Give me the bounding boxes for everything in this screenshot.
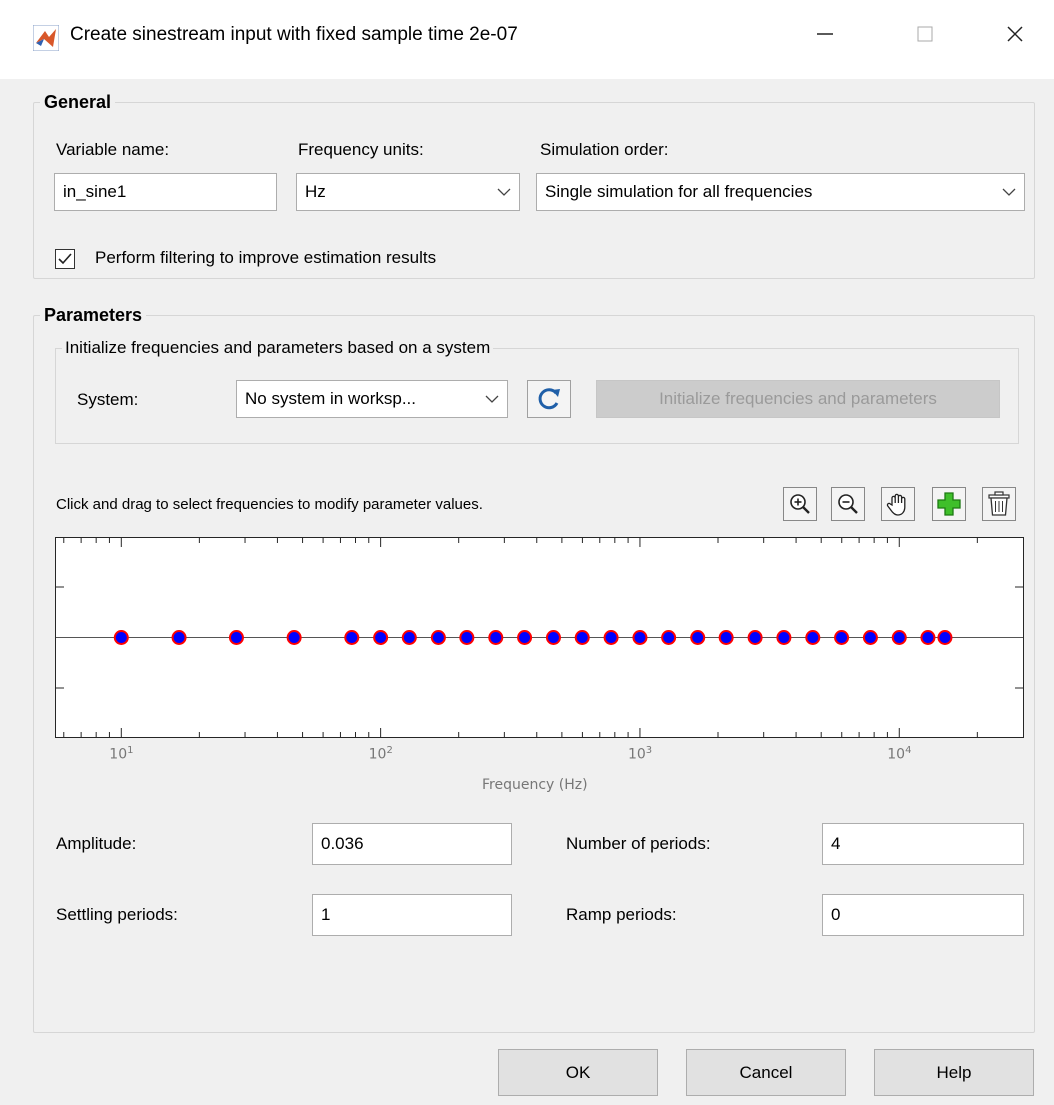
add-icon (937, 492, 961, 516)
frequency-units-value: Hz (305, 182, 326, 201)
frequency-point[interactable] (286, 630, 302, 645)
frequency-point[interactable] (171, 630, 187, 645)
zoom-out-icon (838, 494, 858, 514)
frequency-point[interactable] (344, 630, 360, 645)
pan-button[interactable] (881, 487, 915, 521)
cancel-button[interactable]: Cancel (686, 1049, 846, 1096)
frequency-point[interactable] (920, 630, 936, 645)
help-button[interactable]: Help (874, 1049, 1034, 1096)
frequency-point[interactable] (488, 630, 504, 645)
amplitude-input[interactable] (312, 823, 512, 865)
x-tick-label: 104 (887, 745, 912, 763)
settling-periods-input[interactable] (312, 894, 512, 936)
frequency-point[interactable] (661, 630, 677, 645)
frequency-point[interactable] (718, 630, 734, 645)
frequency-units-dropdown[interactable]: Hz (296, 173, 520, 211)
close-icon (1007, 26, 1023, 42)
plot-instruction: Click and drag to select frequencies to … (56, 496, 483, 513)
frequency-point[interactable] (113, 630, 129, 645)
matlab-icon (33, 25, 59, 51)
frequency-point[interactable] (632, 630, 648, 645)
frequency-point[interactable] (430, 630, 446, 645)
frequency-point[interactable] (401, 630, 417, 645)
variable-name-input[interactable] (54, 173, 277, 211)
delete-icon (988, 491, 1010, 516)
initialize-button[interactable]: Initialize frequencies and parameters (596, 380, 1000, 418)
simulation-order-dropdown[interactable]: Single simulation for all frequencies (536, 173, 1025, 211)
frequency-point[interactable] (834, 630, 850, 645)
frequency-point[interactable] (574, 630, 590, 645)
frequency-point[interactable] (747, 630, 763, 645)
parameters-legend: Parameters (44, 305, 143, 325)
maximize-icon (917, 26, 933, 42)
frequency-point[interactable] (459, 630, 475, 645)
minimize-icon (817, 33, 833, 35)
number-of-periods-input[interactable] (822, 823, 1024, 865)
amplitude-label: Amplitude: (56, 834, 137, 853)
delete-frequency-button[interactable] (982, 487, 1016, 521)
simulation-order-value: Single simulation for all frequencies (545, 182, 813, 201)
minimize-button[interactable] (797, 12, 853, 56)
chevron-down-icon (477, 394, 507, 404)
simulation-order-label: Simulation order: (540, 140, 669, 159)
frequency-point[interactable] (862, 630, 878, 645)
title-bar: Create sinestream input with fixed sampl… (0, 0, 1054, 79)
x-tick-label: 103 (627, 745, 653, 763)
x-tick-label: 102 (368, 745, 393, 763)
ramp-periods-input[interactable] (822, 894, 1024, 936)
refresh-icon (538, 388, 560, 410)
variable-name-label: Variable name: (56, 140, 170, 159)
maximize-button[interactable] (897, 12, 953, 56)
ramp-periods-label: Ramp periods: (566, 905, 677, 924)
x-axis-label: Frequency (Hz) (482, 777, 588, 793)
frequency-point[interactable] (545, 630, 561, 645)
frequency-point[interactable] (937, 630, 953, 645)
x-tick-label: 101 (109, 745, 134, 763)
window-title: Create sinestream input with fixed sampl… (70, 24, 518, 45)
frequency-point[interactable] (805, 630, 821, 645)
chevron-down-icon (994, 187, 1024, 197)
zoom-in-button[interactable] (783, 487, 817, 521)
frequency-point[interactable] (603, 630, 619, 645)
frequency-point[interactable] (228, 630, 244, 645)
system-label: System: (77, 390, 139, 409)
frequency-point[interactable] (373, 630, 389, 645)
frequency-point[interactable] (517, 630, 533, 645)
pan-hand-icon (886, 493, 906, 516)
frequency-plot[interactable] (55, 537, 1024, 738)
system-value: No system in worksp... (245, 389, 416, 408)
frequency-point[interactable] (776, 630, 792, 645)
frequency-point[interactable] (690, 630, 706, 645)
zoom-in-icon (790, 494, 810, 514)
filter-checkbox-label[interactable]: Perform filtering to improve estimation … (95, 248, 436, 268)
frequency-plot-svg[interactable] (56, 538, 1023, 737)
ok-button[interactable]: OK (498, 1049, 658, 1096)
add-frequency-button[interactable] (932, 487, 966, 521)
checkmark-icon (58, 253, 72, 265)
system-dropdown[interactable]: No system in worksp... (236, 380, 508, 418)
refresh-button[interactable] (527, 380, 571, 418)
zoom-out-button[interactable] (831, 487, 865, 521)
chevron-down-icon (489, 187, 519, 197)
frequency-point[interactable] (891, 630, 907, 645)
initialize-group-legend: Initialize frequencies and parameters ba… (65, 338, 491, 357)
frequency-units-label: Frequency units: (298, 140, 424, 159)
close-button[interactable] (987, 12, 1043, 56)
number-of-periods-label: Number of periods: (566, 834, 711, 853)
general-legend: General (44, 92, 112, 112)
filter-checkbox[interactable] (55, 249, 75, 269)
settling-periods-label: Settling periods: (56, 905, 178, 924)
